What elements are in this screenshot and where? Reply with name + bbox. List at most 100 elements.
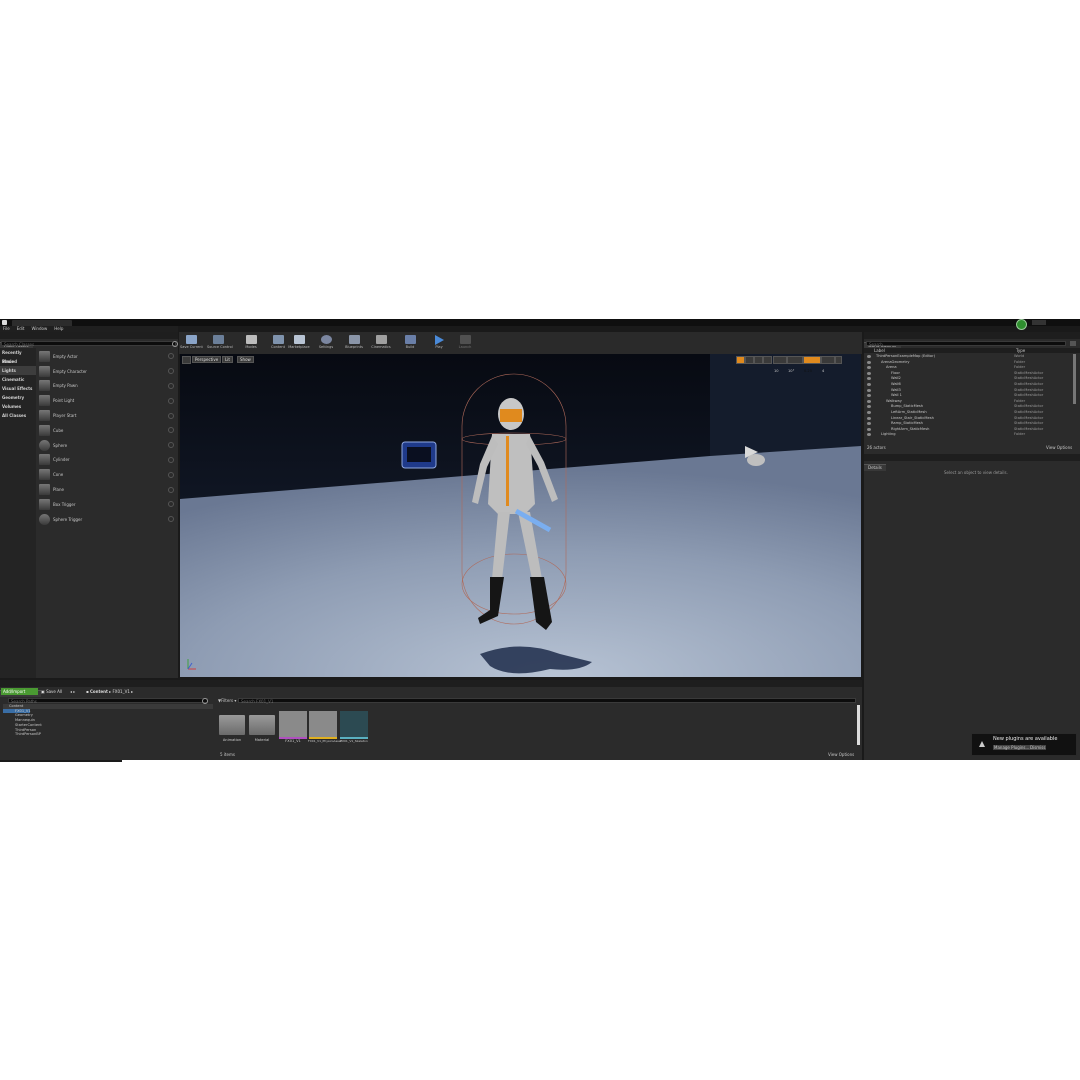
visibility-eye-icon[interactable] — [867, 377, 871, 381]
outliner-row[interactable]: Lighting Folder — [864, 432, 1074, 438]
info-icon[interactable] — [168, 397, 174, 404]
cinematics-button[interactable]: Cinematics — [370, 334, 392, 354]
visibility-eye-icon[interactable] — [867, 433, 871, 437]
actor-item-player-start[interactable]: Player Start — [37, 408, 177, 423]
visibility-eye-icon[interactable] — [867, 382, 871, 386]
category-all-classes[interactable]: All Classes — [0, 411, 36, 420]
visibility-eye-icon[interactable] — [867, 427, 871, 431]
actor-item-empty-pawn[interactable]: Empty Pawn — [37, 379, 177, 394]
visibility-eye-icon[interactable] — [867, 366, 871, 370]
info-icon[interactable] — [168, 442, 174, 449]
info-icon[interactable] — [168, 368, 174, 375]
category-recently-placed[interactable]: Recently Placed — [0, 348, 36, 364]
actor-item-plane[interactable]: Plane — [37, 482, 177, 497]
save-all-button[interactable]: ▣ Save All — [41, 688, 62, 695]
rotation-snap-button[interactable]: 10° — [787, 356, 803, 373]
search-help-box[interactable] — [1032, 320, 1046, 325]
filters-button[interactable]: ▼Filters ▾ — [218, 698, 236, 703]
info-icon[interactable] — [168, 353, 174, 360]
outliner-settings-icon[interactable] — [1070, 341, 1076, 346]
visibility-eye-icon[interactable] — [867, 422, 871, 426]
menu-file[interactable]: File — [3, 326, 10, 331]
info-icon[interactable] — [168, 427, 174, 434]
content-button[interactable]: Content — [267, 334, 289, 354]
menu-window[interactable]: Window — [31, 326, 47, 331]
actor-item-sphere[interactable]: Sphere — [37, 438, 177, 453]
actor-item-box-trigger[interactable]: Box Trigger — [37, 497, 177, 512]
scale-mode-icon[interactable] — [754, 356, 763, 364]
details-tab[interactable]: Details — [864, 464, 886, 471]
actor-item-empty-character[interactable]: Empty Character — [37, 364, 177, 379]
info-icon[interactable] — [168, 501, 174, 508]
actor-item-point-light[interactable]: Point Light — [37, 393, 177, 408]
asset-skeletal-mesh[interactable]: FX01_V1 — [278, 711, 308, 743]
asset-material-folder[interactable]: Material — [247, 711, 277, 742]
breadcrumb-content[interactable]: Content — [90, 689, 108, 694]
info-icon[interactable] — [168, 471, 174, 478]
asset-physics-asset[interactable]: FX01_V1_PhysicsAsset — [308, 711, 342, 743]
tree-item-thirdpersonbp[interactable]: ThirdPersonBP — [3, 732, 213, 737]
blueprints-button[interactable]: Blueprints — [343, 334, 365, 354]
transform-mode-icon[interactable] — [736, 356, 745, 364]
actor-item-empty-actor[interactable]: Empty Actor — [37, 349, 177, 364]
info-icon[interactable] — [168, 382, 174, 389]
visibility-eye-icon[interactable] — [867, 388, 871, 392]
launch-button[interactable]: Launch — [454, 334, 476, 354]
category-cinematic[interactable]: Cinematic — [0, 375, 36, 384]
dismiss-button[interactable]: Dismiss — [1029, 745, 1047, 750]
asset-skeleton[interactable]: FX01_V1_Skeleton — [339, 711, 369, 743]
tree-item-content[interactable]: Content — [3, 704, 213, 709]
actor-item-cylinder[interactable]: Cylinder — [37, 453, 177, 468]
rotate-mode-icon[interactable] — [745, 356, 754, 364]
info-icon[interactable] — [168, 516, 174, 523]
add-import-button[interactable]: Add/Import — [1, 688, 38, 695]
category-visual-effects[interactable]: Visual Effects — [0, 384, 36, 393]
scale-snap-button[interactable]: 0.25 — [803, 356, 821, 373]
category-geometry[interactable]: Geometry — [0, 393, 36, 402]
world-local-icon[interactable] — [763, 356, 772, 364]
outliner-view-options[interactable]: View Options — [1046, 445, 1072, 450]
asset-animation-folder[interactable]: Animation — [217, 711, 247, 742]
info-icon[interactable] — [168, 486, 174, 493]
lit-button[interactable]: Lit — [222, 356, 233, 363]
perspective-button[interactable]: Perspective — [192, 356, 222, 363]
visibility-eye-icon[interactable] — [867, 399, 871, 403]
modes-button[interactable]: Modes — [240, 334, 262, 354]
actor-item-cone[interactable]: Cone — [37, 467, 177, 482]
visibility-eye-icon[interactable] — [867, 360, 871, 364]
asset-scrollbar[interactable] — [857, 705, 860, 745]
breadcrumb-folder[interactable]: FX01_V1 — [112, 689, 129, 694]
outliner-scrollbar[interactable] — [1073, 354, 1076, 404]
label-column-header[interactable]: Label — [874, 348, 885, 353]
marketplace-button[interactable]: Marketplace — [288, 334, 310, 354]
settings-button[interactable]: Settings — [315, 334, 337, 354]
search-classes-input[interactable]: Search Classes — [1, 341, 176, 347]
source-control-button[interactable]: Source Control — [207, 334, 233, 354]
category-volumes[interactable]: Volumes — [0, 402, 36, 411]
maximize-viewport-icon[interactable] — [835, 356, 842, 364]
outliner-search-input[interactable]: Search — [866, 341, 1066, 347]
asset-search-input[interactable]: Search FX01_V1 — [238, 698, 856, 704]
viewport-options-button[interactable] — [182, 356, 191, 364]
category-lights[interactable]: Lights — [0, 366, 36, 375]
category-basic[interactable]: Basic — [0, 357, 36, 366]
actor-item-cube[interactable]: Cube — [37, 423, 177, 438]
build-button[interactable]: Build — [399, 334, 421, 354]
source-control-status-icon[interactable] — [1016, 319, 1027, 330]
show-button[interactable]: Show — [237, 356, 254, 363]
visibility-eye-icon[interactable] — [867, 355, 871, 358]
content-view-options[interactable]: View Options — [828, 752, 854, 757]
menu-help[interactable]: Help — [54, 326, 63, 331]
camera-speed-button[interactable]: 4 — [821, 356, 835, 373]
type-column-header[interactable]: Type — [1016, 348, 1025, 353]
grid-snap-button[interactable]: 10 — [773, 356, 787, 373]
visibility-eye-icon[interactable] — [867, 371, 871, 375]
search-paths-input[interactable]: Search Paths — [8, 698, 208, 704]
info-icon[interactable] — [168, 412, 174, 419]
level-viewport[interactable]: Perspective Lit Show 10 10° 0.25 4 — [180, 354, 861, 677]
history-nav-arrows[interactable]: ◂ ▸ — [70, 688, 75, 695]
camera-actor-icon[interactable] — [401, 441, 437, 469]
visibility-eye-icon[interactable] — [867, 416, 871, 420]
visibility-eye-icon[interactable] — [867, 405, 871, 409]
menu-edit[interactable]: Edit — [17, 326, 25, 331]
